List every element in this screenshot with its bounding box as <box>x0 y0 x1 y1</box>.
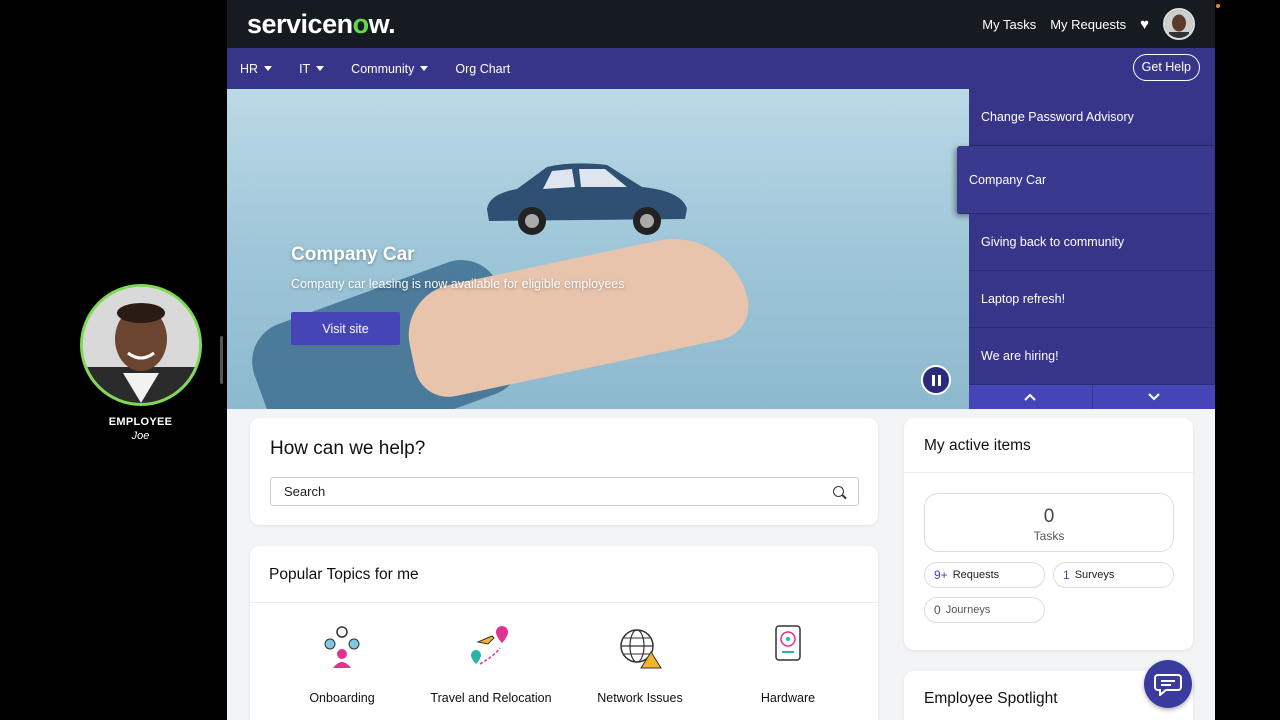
active-items-title: My active items <box>924 437 1031 454</box>
status-dot <box>1216 4 1220 8</box>
topic-label: Onboarding <box>309 691 375 705</box>
topic-hardware[interactable]: Hardware <box>713 624 863 705</box>
nav-it-label: IT <box>299 61 311 76</box>
divider <box>250 602 878 603</box>
get-help-button[interactable]: Get Help <box>1132 54 1200 81</box>
carousel-item[interactable]: Laptop refresh! <box>969 271 1215 328</box>
topics-title: Popular Topics for me <box>269 566 419 583</box>
user-photo-icon <box>1165 10 1193 38</box>
divider <box>904 472 1193 473</box>
hero-title: Company Car <box>291 244 415 265</box>
carousel-item[interactable]: We are hiring! <box>969 328 1215 385</box>
surveys-pill[interactable]: 1 Surveys <box>1053 562 1174 588</box>
nav-org-chart[interactable]: Org Chart <box>455 62 510 76</box>
help-title: How can we help? <box>270 438 426 459</box>
tasks-count: 0 <box>1043 506 1055 527</box>
topic-travel[interactable]: Travel and Relocation <box>416 624 566 705</box>
top-right-links: My Tasks My Requests ♥ <box>982 0 1195 48</box>
popular-topics-card: Popular Topics for me Onboarding Travel … <box>250 546 878 720</box>
chevron-down-icon[interactable] <box>1093 385 1216 409</box>
logo-text-suffix: w. <box>368 8 396 39</box>
topic-network[interactable]: Network Issues <box>565 624 715 705</box>
spotlight-title: Employee Spotlight <box>924 690 1058 707</box>
presenter-panel: EMPLOYEE Joe <box>0 0 227 720</box>
requests-pill[interactable]: 9+ Requests <box>924 562 1045 588</box>
servicenow-logo[interactable]: servicenow. <box>247 8 396 40</box>
chat-icon[interactable] <box>1144 660 1192 708</box>
globe-warning-icon <box>620 629 662 669</box>
carousel-item[interactable]: Giving back to community <box>969 214 1215 271</box>
carousel-item[interactable]: Change Password Advisory <box>969 89 1215 146</box>
hero-subtitle: Company car leasing is now available for… <box>291 277 625 291</box>
visit-site-button[interactable]: Visit site <box>291 312 400 345</box>
topic-label: Network Issues <box>597 691 683 705</box>
onboarding-icon <box>324 626 360 668</box>
help-card: How can we help? <box>250 418 878 525</box>
main-nav: HR IT Community Org Chart Get Help <box>227 48 1215 89</box>
presenter-avatar <box>80 284 202 406</box>
carousel-item-active[interactable]: Company Car <box>957 146 1215 214</box>
nav-org-chart-label: Org Chart <box>455 61 511 76</box>
person-photo-icon <box>83 287 199 403</box>
caret-down-icon <box>420 66 429 71</box>
my-tasks-link[interactable]: My Tasks <box>982 17 1036 32</box>
journeys-pill[interactable]: 0 Journeys <box>924 597 1045 623</box>
journeys-label: Journeys <box>945 604 991 616</box>
journeys-count: 0 <box>934 603 941 617</box>
service-portal: servicenow. My Tasks My Requests ♥ HR IT… <box>227 0 1215 720</box>
heart-icon[interactable]: ♥ <box>1140 16 1149 33</box>
caret-down-icon <box>264 66 273 71</box>
hero-hand-graphic <box>399 224 755 404</box>
caret-down-icon <box>316 66 325 71</box>
topic-label: Travel and Relocation <box>430 691 552 705</box>
my-requests-link[interactable]: My Requests <box>1050 17 1126 32</box>
topic-onboarding[interactable]: Onboarding <box>267 624 417 705</box>
requests-label: Requests <box>952 569 1000 581</box>
top-bar: servicenow. My Tasks My Requests ♥ <box>227 0 1215 48</box>
tasks-label: Tasks <box>1033 529 1065 543</box>
nav-it[interactable]: IT <box>299 61 325 76</box>
right-margin <box>1215 0 1280 720</box>
panel-scroll-handle[interactable] <box>220 336 223 384</box>
car-icon <box>487 163 687 235</box>
chevron-up-icon[interactable] <box>969 385 1093 409</box>
nav-hr-label: HR <box>240 61 259 76</box>
logo-text-o: o <box>352 8 370 39</box>
topic-label: Hardware <box>760 691 816 705</box>
carousel-list: Change Password Advisory Company Car Giv… <box>957 89 1215 409</box>
hero-banner: Company Car Company car leasing is now a… <box>227 89 969 409</box>
hard-drive-icon <box>775 625 801 661</box>
active-items-card: My active items 0 Tasks 9+ Requests 1 Su… <box>904 418 1193 650</box>
search-input[interactable] <box>270 477 859 506</box>
carousel-arrows <box>969 385 1215 409</box>
nav-community-label: Community <box>351 61 415 76</box>
nav-hr[interactable]: HR <box>240 61 273 76</box>
search-icon[interactable] <box>833 486 844 497</box>
travel-icon <box>471 626 508 665</box>
surveys-count: 1 <box>1063 568 1070 582</box>
pause-icon[interactable] <box>921 365 951 395</box>
user-avatar[interactable] <box>1163 8 1195 40</box>
surveys-label: Surveys <box>1074 569 1115 581</box>
tasks-counter[interactable]: 0 Tasks <box>924 493 1174 552</box>
requests-count: 9+ <box>934 568 948 582</box>
logo-text-prefix: servicen <box>247 8 353 39</box>
nav-community[interactable]: Community <box>351 61 429 76</box>
